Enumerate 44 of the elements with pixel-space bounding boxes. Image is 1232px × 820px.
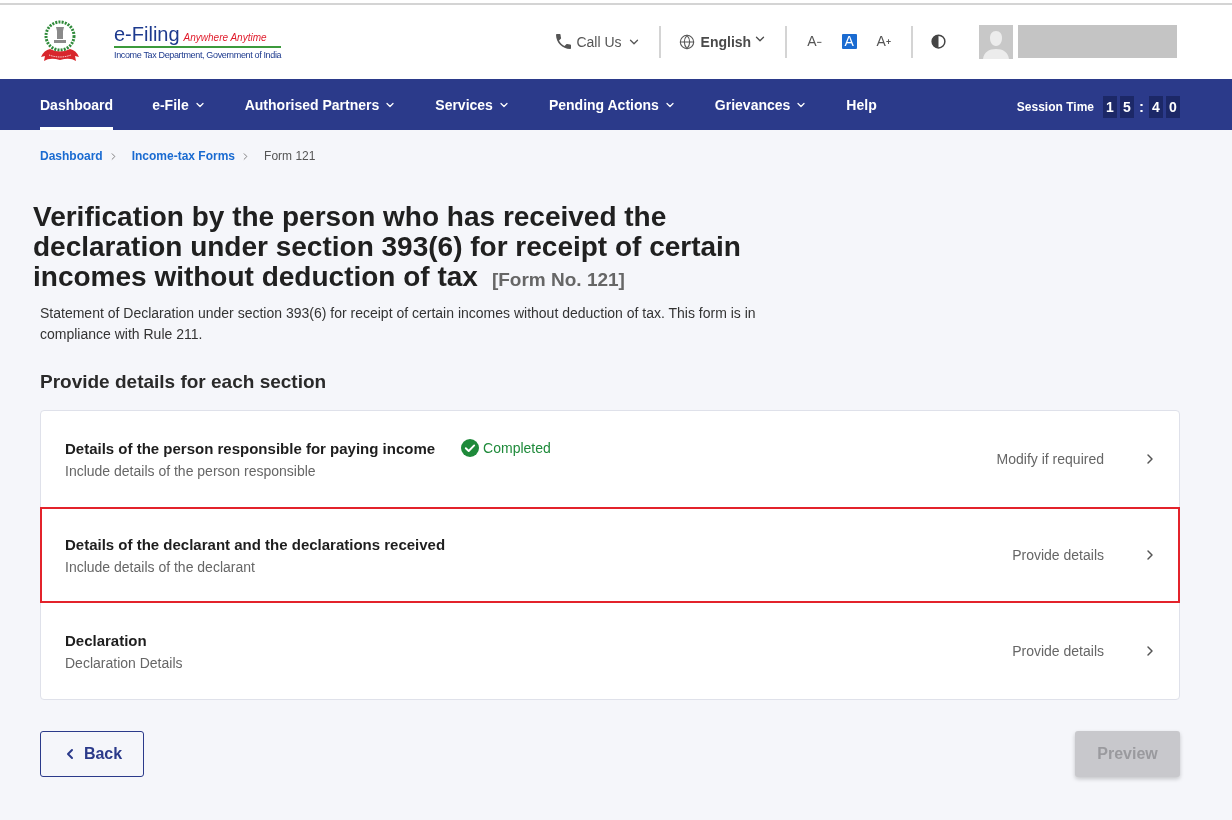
nav-tab[interactable]: Dashboard bbox=[40, 79, 114, 130]
section-action-text: Provide details bbox=[1012, 643, 1104, 659]
nav-tab[interactable]: Pending Actions bbox=[548, 79, 676, 130]
globe-icon bbox=[678, 33, 695, 50]
section-row[interactable]: Details of the person responsible for paying income Completed Include details of the person responsible Modify if required bbox=[40, 411, 1180, 507]
section-subtitle: Declaration Details bbox=[65, 654, 183, 671]
section-action-text: Provide details bbox=[1012, 547, 1104, 563]
nav-tab[interactable]: Help bbox=[846, 79, 877, 130]
timer-digit: 4 bbox=[1149, 95, 1163, 118]
section-title: Declaration bbox=[65, 631, 147, 649]
nav-tab[interactable]: Authorised Partners bbox=[244, 79, 397, 130]
section-title: Details of the declarant and the declarations received bbox=[65, 535, 446, 553]
check-circle-icon bbox=[461, 439, 480, 457]
call-us-button[interactable]: Call Us bbox=[556, 33, 641, 50]
logo-tagline: Anywhere Anytime bbox=[183, 32, 267, 43]
nav-tab[interactable]: Grievances bbox=[714, 79, 808, 130]
breadcrumb-link[interactable]: Income-tax Forms bbox=[131, 149, 236, 163]
nav-tab[interactable]: Services bbox=[435, 79, 510, 130]
back-button[interactable]: Back bbox=[40, 731, 144, 777]
section-row[interactable]: Details of the declarant and the declarations received Include details of the declarant Provide details bbox=[40, 507, 1180, 603]
timer-digit: 5 bbox=[1120, 95, 1134, 118]
page-title: Verification by the person who has received the declaration under section 393(6) for receipt of certain incomes without deduction of tax [Form No. 121] bbox=[33, 202, 742, 294]
section-subtitle: Include details of the declarant bbox=[65, 558, 256, 575]
section-action-text: Modify if required bbox=[996, 451, 1104, 467]
logo-title: e-Filing bbox=[114, 23, 180, 45]
logo-subtitle: Income Tax Department, Government of India bbox=[114, 50, 282, 60]
timer-separator: : bbox=[1138, 98, 1145, 115]
section-heading: Provide details for each section bbox=[40, 370, 328, 394]
status-text: Completed bbox=[483, 440, 551, 456]
nav-tab[interactable]: e-File bbox=[152, 79, 206, 130]
timer-digit: 0 bbox=[1166, 95, 1180, 118]
section-subtitle: Include details of the person responsible bbox=[65, 463, 317, 479]
breadcrumb-current: Form 121 bbox=[264, 149, 316, 163]
section-title: Details of the person responsible for paying income bbox=[65, 439, 436, 457]
language-button[interactable]: English bbox=[678, 33, 768, 50]
breadcrumb-link[interactable]: Dashboard bbox=[40, 149, 103, 163]
page-description: Statement of Declaration under section 393(6) for receipt of certain incomes without deduction of tax. This form is in compliance with Rule 211. bbox=[40, 304, 757, 344]
timer-digit: 1 bbox=[1103, 95, 1117, 118]
font-size-button[interactable]: A bbox=[841, 34, 857, 49]
contrast-icon[interactable] bbox=[931, 34, 946, 49]
phone-icon bbox=[556, 34, 572, 49]
session-time-label: Session Time bbox=[1016, 99, 1094, 114]
avatar-icon bbox=[979, 24, 1013, 59]
section-row[interactable]: Declaration Declaration Details Provide details bbox=[40, 603, 1180, 699]
